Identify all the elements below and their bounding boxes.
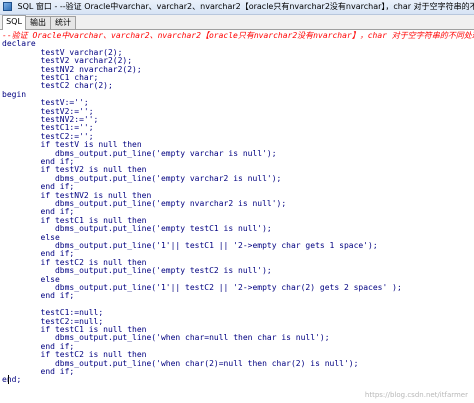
text-cursor	[8, 374, 9, 384]
sql-editor[interactable]: --验证 Oracle中varchar、varchar2、nvarchar2【o…	[0, 30, 474, 403]
code-line: --验证 Oracle中varchar、varchar2、nvarchar2【o…	[2, 31, 474, 40]
window-titlebar: SQL 窗口 - --验证 Oracle中varchar、varchar2、nv…	[0, 0, 474, 15]
tab-sql[interactable]: SQL	[2, 15, 26, 30]
tab-output[interactable]: 输出	[25, 16, 51, 29]
window-title: SQL 窗口 - --验证 Oracle中varchar、varchar2、nv…	[17, 2, 474, 11]
tab-bar: SQL 输出 统计	[0, 15, 474, 30]
tab-statistics[interactable]: 统计	[50, 16, 76, 29]
code-line: end if;	[2, 291, 75, 301]
watermark-text: https://blog.csdn.net/itfarmer	[364, 391, 468, 399]
sql-window-icon	[3, 2, 12, 11]
code-line: end;	[2, 375, 22, 385]
